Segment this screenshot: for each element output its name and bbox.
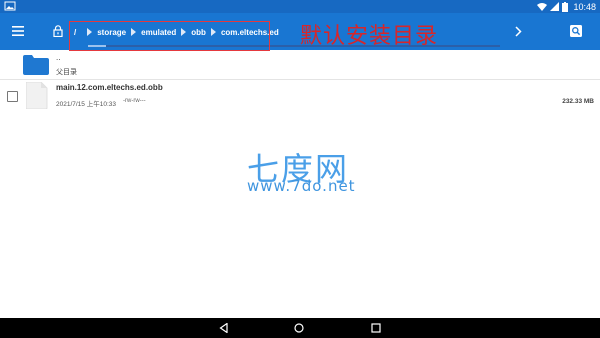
gallery-notification-icon	[4, 1, 16, 11]
chevron-right-icon	[514, 25, 522, 37]
hamburger-menu-icon	[12, 26, 24, 36]
battery-icon	[562, 1, 569, 12]
file-select-checkbox[interactable]	[7, 91, 18, 102]
annotation-label: 默认安装目录	[300, 24, 439, 49]
annotation-highlight-box	[69, 21, 270, 51]
file-modified-date: 2021/7/15 上午10:33	[56, 101, 116, 108]
signal-icon	[550, 2, 560, 11]
menu-button[interactable]	[8, 21, 28, 41]
home-icon[interactable]	[294, 323, 304, 333]
parent-directory-label: 父目录	[56, 69, 77, 76]
status-bar: 10:48	[0, 0, 600, 13]
file-size: 232.33 MB	[562, 98, 594, 105]
lock-button[interactable]	[48, 21, 68, 41]
back-icon[interactable]	[219, 323, 229, 333]
breadcrumb-next-button[interactable]	[508, 21, 528, 41]
file-name: main.12.com.eltechs.ed.obb	[56, 83, 163, 92]
recent-apps-icon[interactable]	[371, 323, 381, 333]
status-icons: 10:48	[537, 1, 596, 12]
watermark-url: www.7do.net	[247, 177, 356, 195]
search-button[interactable]	[566, 21, 586, 41]
search-icon	[570, 25, 582, 37]
lock-icon	[53, 25, 63, 37]
list-item-file[interactable]: main.12.com.eltechs.ed.obb 2021/7/15 上午1…	[0, 80, 600, 114]
file-permissions: -rw-rw---	[123, 98, 146, 104]
navigation-bar	[0, 318, 600, 338]
status-time: 10:48	[573, 1, 596, 12]
wifi-icon	[537, 3, 548, 11]
folder-icon	[23, 55, 49, 75]
list-item-parent-directory[interactable]: .. 父目录	[0, 50, 600, 80]
parent-directory-name: ..	[56, 53, 61, 62]
file-icon	[26, 82, 48, 109]
